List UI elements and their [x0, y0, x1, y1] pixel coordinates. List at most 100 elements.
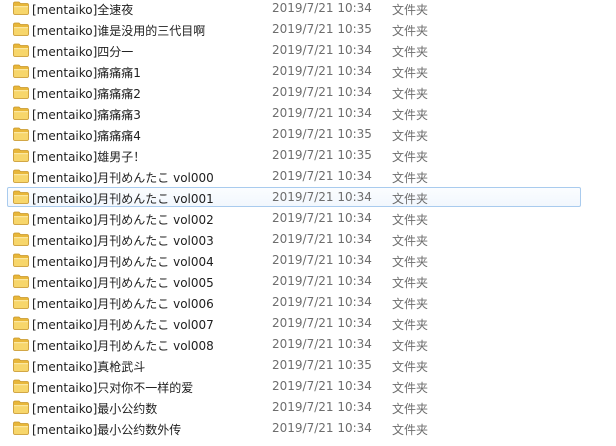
- modified-date: 2019/7/21 10:34: [272, 1, 372, 15]
- modified-date: 2019/7/21 10:35: [272, 22, 372, 36]
- item-type: 文件夹: [392, 276, 429, 290]
- modified-date: 2019/7/21 10:34: [272, 169, 372, 183]
- item-type: 文件夹: [392, 339, 429, 353]
- modified-date: 2019/7/21 10:34: [272, 295, 372, 309]
- modified-date: 2019/7/21 10:34: [272, 43, 372, 57]
- modified-date: 2019/7/21 10:34: [272, 274, 372, 288]
- folder-name: [mentaiko]月刊めんたこ vol000: [32, 171, 214, 185]
- folder-name: [mentaiko]痛痛痛2: [32, 87, 141, 101]
- folder-row[interactable]: [mentaiko]痛痛痛2 2019/7/21 10:34 文件夹: [7, 82, 581, 102]
- folder-row[interactable]: [mentaiko]只对你不一样的爱 2019/7/21 10:34 文件夹: [7, 376, 581, 396]
- folder-icon: [13, 106, 29, 120]
- modified-date: 2019/7/21 10:34: [272, 190, 372, 204]
- folder-icon: [13, 169, 29, 183]
- folder-icon: [13, 211, 29, 225]
- folder-name: [mentaiko]四分一: [32, 45, 134, 59]
- item-type: 文件夹: [392, 66, 429, 80]
- folder-row[interactable]: [mentaiko]雄男子！ 2019/7/21 10:35 文件夹: [7, 145, 581, 165]
- file-list: [mentaiko]全速夜 2019/7/21 10:34 文件夹 [mentaiko…: [0, 0, 616, 446]
- folder-name: [mentaiko]月刊めんたこ vol006: [32, 297, 214, 311]
- modified-date: 2019/7/21 10:35: [272, 148, 372, 162]
- folder-row[interactable]: [mentaiko]月刊めんたこ vol007 2019/7/21 10:34 文件…: [7, 313, 581, 333]
- folder-row[interactable]: [mentaiko]月刊めんたこ vol005 2019/7/21 10:34 文件…: [7, 271, 581, 291]
- folder-row[interactable]: [mentaiko]痛痛痛1 2019/7/21 10:34 文件夹: [7, 61, 581, 81]
- folder-name: [mentaiko]月刊めんたこ vol007: [32, 318, 214, 332]
- folder-row[interactable]: [mentaiko]四分一 2019/7/21 10:34 文件夹: [7, 40, 581, 60]
- folder-name: [mentaiko]最小公约数外传: [32, 423, 182, 437]
- folder-row[interactable]: [mentaiko]全速夜 2019/7/21 10:34 文件夹: [7, 0, 581, 18]
- folder-icon: [13, 43, 29, 57]
- modified-date: 2019/7/21 10:34: [272, 400, 372, 414]
- modified-date: 2019/7/21 10:34: [272, 253, 372, 267]
- folder-icon: [13, 274, 29, 288]
- folder-icon: [13, 358, 29, 372]
- item-type: 文件夹: [392, 234, 429, 248]
- folder-row[interactable]: [mentaiko]月刊めんたこ vol002 2019/7/21 10:34 文件…: [7, 208, 581, 228]
- modified-date: 2019/7/21 10:34: [272, 211, 372, 225]
- item-type: 文件夹: [392, 3, 429, 17]
- folder-name: [mentaiko]真枪武斗: [32, 360, 146, 374]
- item-type: 文件夹: [392, 318, 429, 332]
- folder-icon: [13, 400, 29, 414]
- item-type: 文件夹: [392, 45, 429, 59]
- folder-row[interactable]: [mentaiko]月刊めんたこ vol001 2019/7/21 10:34 文件…: [7, 187, 581, 207]
- modified-date: 2019/7/21 10:34: [272, 106, 372, 120]
- folder-name: [mentaiko]月刊めんたこ vol005: [32, 276, 214, 290]
- item-type: 文件夹: [392, 297, 429, 311]
- folder-row[interactable]: [mentaiko]最小公约数外传 2019/7/21 10:34 文件夹: [7, 418, 581, 438]
- folder-name: [mentaiko]痛痛痛1: [32, 66, 141, 80]
- modified-date: 2019/7/21 10:34: [272, 316, 372, 330]
- folder-row[interactable]: [mentaiko]月刊めんたこ vol000 2019/7/21 10:34 文件…: [7, 166, 581, 186]
- folder-name: [mentaiko]全速夜: [32, 3, 134, 17]
- folder-name: [mentaiko]月刊めんたこ vol003: [32, 234, 214, 248]
- item-type: 文件夹: [392, 423, 429, 437]
- folder-row[interactable]: [mentaiko]痛痛痛4 2019/7/21 10:35 文件夹: [7, 124, 581, 144]
- folder-icon: [13, 295, 29, 309]
- folder-name: [mentaiko]月刊めんたこ vol008: [32, 339, 214, 353]
- item-type: 文件夹: [392, 360, 429, 374]
- item-type: 文件夹: [392, 24, 429, 38]
- folder-row[interactable]: [mentaiko]最小公约数 2019/7/21 10:34 文件夹: [7, 397, 581, 417]
- item-type: 文件夹: [392, 87, 429, 101]
- modified-date: 2019/7/21 10:35: [272, 127, 372, 141]
- folder-icon: [13, 22, 29, 36]
- item-type: 文件夹: [392, 213, 429, 227]
- item-type: 文件夹: [392, 108, 429, 122]
- modified-date: 2019/7/21 10:34: [272, 379, 372, 393]
- item-type: 文件夹: [392, 402, 429, 416]
- item-type: 文件夹: [392, 255, 429, 269]
- folder-icon: [13, 64, 29, 78]
- modified-date: 2019/7/21 10:35: [272, 358, 372, 372]
- item-type: 文件夹: [392, 171, 429, 185]
- folder-row[interactable]: [mentaiko]真枪武斗 2019/7/21 10:35 文件夹: [7, 355, 581, 375]
- folder-icon: [13, 253, 29, 267]
- folder-row[interactable]: [mentaiko]月刊めんたこ vol004 2019/7/21 10:34 文件…: [7, 250, 581, 270]
- folder-icon: [13, 148, 29, 162]
- folder-icon: [13, 337, 29, 351]
- modified-date: 2019/7/21 10:34: [272, 337, 372, 351]
- modified-date: 2019/7/21 10:34: [272, 232, 372, 246]
- folder-row[interactable]: [mentaiko]谁是没用的三代目啊 2019/7/21 10:35 文件夹: [7, 19, 581, 39]
- item-type: 文件夹: [392, 129, 429, 143]
- modified-date: 2019/7/21 10:34: [272, 421, 372, 435]
- folder-row[interactable]: [mentaiko]痛痛痛3 2019/7/21 10:34 文件夹: [7, 103, 581, 123]
- folder-name: [mentaiko]月刊めんたこ vol002: [32, 213, 214, 227]
- folder-icon: [13, 379, 29, 393]
- folder-row[interactable]: [mentaiko]月刊めんたこ vol006 2019/7/21 10:34 文件…: [7, 292, 581, 312]
- folder-row[interactable]: [mentaiko]月刊めんたこ vol003 2019/7/21 10:34 文件…: [7, 229, 581, 249]
- folder-name: [mentaiko]谁是没用的三代目啊: [32, 24, 206, 38]
- folder-name: [mentaiko]痛痛痛3: [32, 108, 141, 122]
- folder-row[interactable]: [mentaiko]月刊めんたこ vol008 2019/7/21 10:34 文件…: [7, 334, 581, 354]
- item-type: 文件夹: [392, 192, 429, 206]
- folder-name: [mentaiko]月刊めんたこ vol001: [32, 192, 214, 206]
- folder-icon: [13, 85, 29, 99]
- folder-name: [mentaiko]月刊めんたこ vol004: [32, 255, 214, 269]
- modified-date: 2019/7/21 10:34: [272, 85, 372, 99]
- folder-name: [mentaiko]只对你不一样的爱: [32, 381, 194, 395]
- folder-name: [mentaiko]痛痛痛4: [32, 129, 141, 143]
- folder-name: [mentaiko]雄男子！: [32, 150, 146, 164]
- folder-icon: [13, 127, 29, 141]
- folder-icon: [13, 1, 29, 15]
- folder-icon: [13, 316, 29, 330]
- folder-icon: [13, 421, 29, 435]
